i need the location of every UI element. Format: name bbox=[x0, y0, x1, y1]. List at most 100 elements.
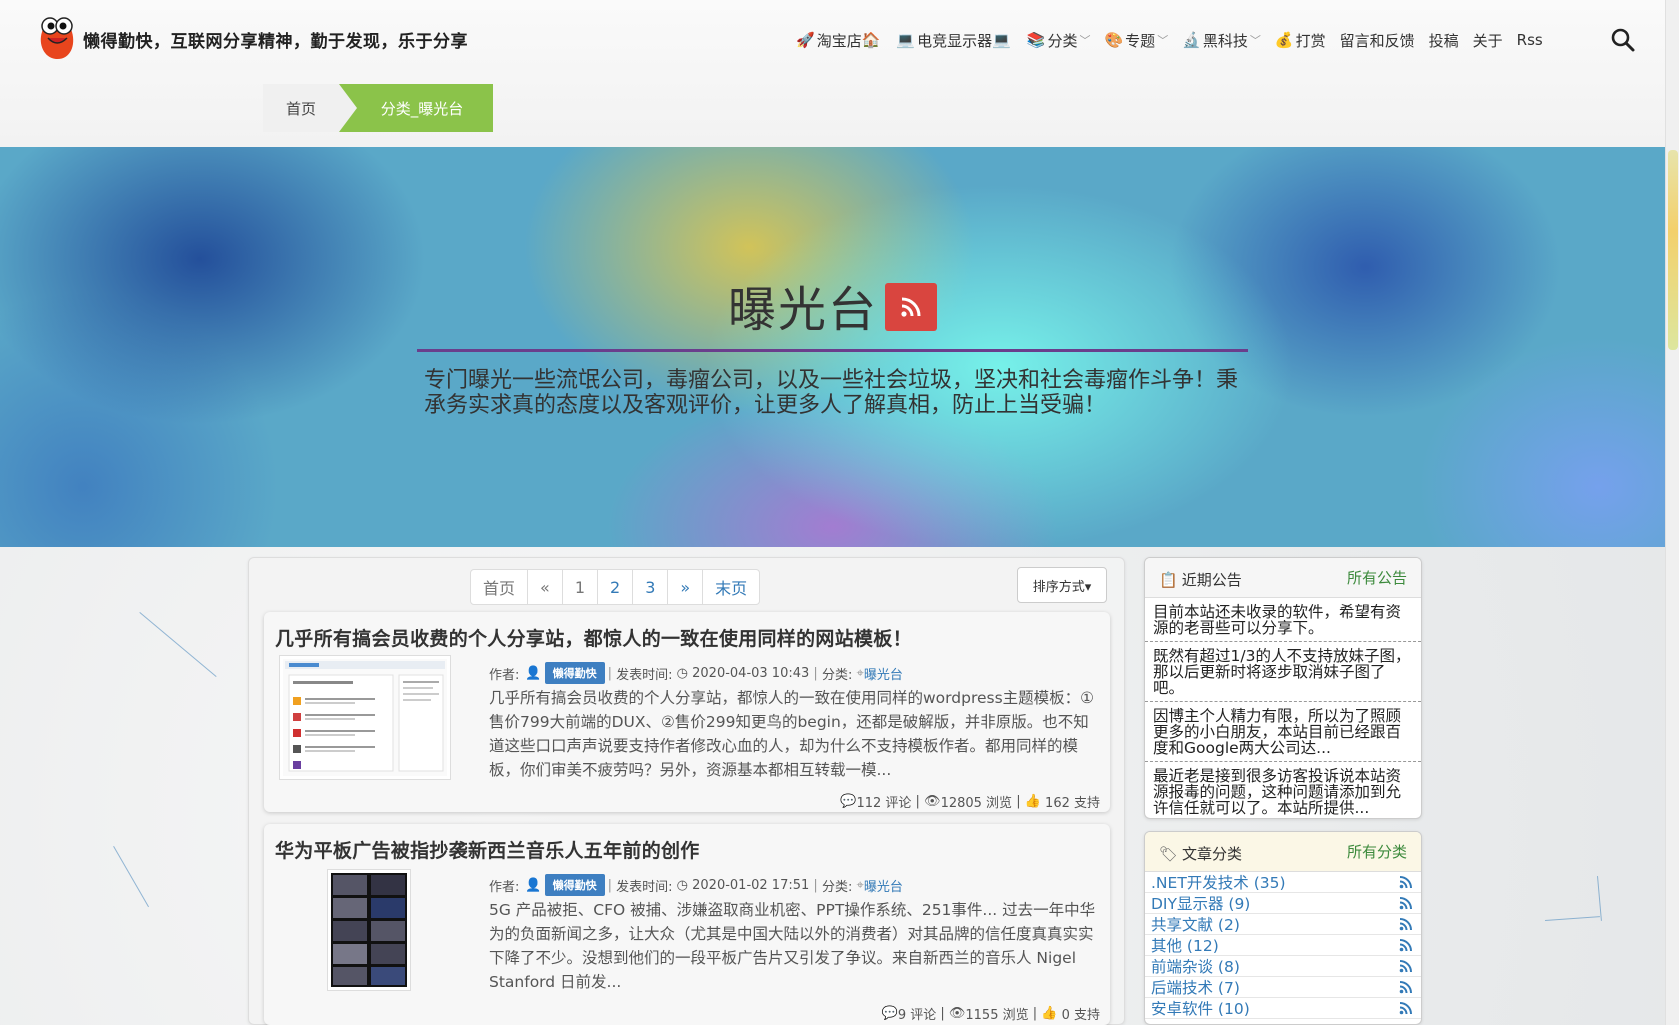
nav-item-tech[interactable]: 🔬 黑科技 ﹀ bbox=[1182, 30, 1261, 51]
nav-label: 黑科技 bbox=[1202, 31, 1248, 50]
category-item-label[interactable]: 安卓软件 (10) bbox=[1151, 997, 1250, 1019]
chevron-down-icon: ﹀ bbox=[1249, 34, 1261, 47]
like-count[interactable]: 0 支持 bbox=[1062, 1004, 1100, 1023]
post-stats: 💬 9 评论 | 👁 1155 浏览 | 👍 0 支持 bbox=[881, 1004, 1100, 1023]
nav-item-submit[interactable]: 投稿 bbox=[1429, 30, 1459, 51]
like-count[interactable]: 162 支持 bbox=[1045, 792, 1100, 811]
map-pin-icon: ⌖ bbox=[856, 665, 864, 681]
author-label: 作者: bbox=[489, 879, 520, 895]
rss-icon[interactable] bbox=[1399, 980, 1413, 994]
page-last[interactable]: 末页 bbox=[703, 570, 759, 604]
page-first[interactable]: 首页 bbox=[471, 570, 529, 604]
category-item-label[interactable]: 前端杂谈 (8) bbox=[1151, 955, 1240, 977]
rss-feed-button[interactable] bbox=[885, 283, 937, 331]
search-icon[interactable] bbox=[1610, 27, 1636, 53]
page-number[interactable]: 3 bbox=[633, 570, 669, 604]
author-badge[interactable]: 懒得勤快 bbox=[544, 874, 605, 896]
category-item[interactable]: 共享文献 (2) bbox=[1145, 914, 1421, 935]
scrollbar-thumb[interactable] bbox=[1668, 150, 1678, 350]
category-item-label[interactable]: DIY显示器 (9) bbox=[1151, 892, 1250, 914]
breadcrumb-home[interactable]: 首页 bbox=[263, 84, 357, 132]
category-item[interactable]: 安卓软件 (10) bbox=[1145, 998, 1421, 1019]
post-thumbnail[interactable] bbox=[327, 869, 411, 991]
eye-icon: 👁 bbox=[924, 794, 941, 809]
page-number-current[interactable]: 1 bbox=[563, 570, 598, 604]
user-icon: 👤 bbox=[525, 877, 542, 893]
category-panel-header: 🏷 文章分类 所有分类 bbox=[1145, 832, 1421, 872]
category-item-label[interactable]: 共享文献 (2) bbox=[1151, 913, 1240, 935]
nav-label: Rss bbox=[1516, 31, 1543, 49]
comment-count[interactable]: 112 评论 bbox=[856, 792, 911, 811]
category-panel-title: 🏷 文章分类 bbox=[1159, 843, 1242, 864]
all-notices-link[interactable]: 所有公告 bbox=[1347, 567, 1407, 588]
notice-item[interactable]: 既然有超过1/3的人不支持放妹子图，那以后更新时将逐步取消妹子图了吧。 bbox=[1145, 642, 1421, 702]
pagination: 首页 « 1 2 3 » 末页 bbox=[470, 569, 761, 605]
category-item-label[interactable]: 其他 (12) bbox=[1151, 934, 1219, 956]
nav-item-feedback[interactable]: 留言和反馈 bbox=[1340, 30, 1415, 51]
site-title[interactable]: 懒得勤快，互联网分享精神，勤于发现，乐于分享 bbox=[83, 27, 468, 52]
user-icon: 👤 bbox=[525, 665, 542, 681]
thumbs-up-icon: 👍 bbox=[1024, 794, 1041, 809]
post-thumbnail[interactable] bbox=[279, 655, 451, 780]
notice-item[interactable]: 最近老是接到很多访客投诉说本站资源报毒的问题，这种问题请添加到允许信任就可以了。… bbox=[1145, 762, 1421, 818]
author-badge[interactable]: 懒得勤快 bbox=[544, 662, 605, 684]
thumbs-up-icon: 👍 bbox=[1041, 1006, 1058, 1021]
tag-icon: 🏷 bbox=[1159, 844, 1179, 863]
view-count: 1155 浏览 bbox=[965, 1008, 1029, 1023]
rss-icon[interactable] bbox=[1399, 875, 1413, 889]
notice-title-text: 近期公告 bbox=[1181, 571, 1242, 589]
nav-item-monitor[interactable]: 💻 电竞显示器 💻 bbox=[896, 30, 1012, 51]
nav-item-about[interactable]: 关于 bbox=[1473, 30, 1503, 51]
category-item[interactable]: 前端杂谈 (8) bbox=[1145, 956, 1421, 977]
rss-icon[interactable] bbox=[1399, 938, 1413, 952]
category-item[interactable]: .NET开发技术 (35) bbox=[1145, 872, 1421, 893]
notice-item[interactable]: 目前本站还未收录的软件，希望有资源的老哥些可以分享下。 bbox=[1145, 598, 1421, 642]
meta-separator: | bbox=[813, 877, 818, 893]
page-next[interactable]: » bbox=[668, 570, 704, 604]
page-number[interactable]: 2 bbox=[598, 570, 634, 604]
rss-icon[interactable] bbox=[1399, 917, 1413, 931]
meta-separator: | bbox=[607, 665, 612, 681]
nav-label: 关于 bbox=[1472, 31, 1503, 50]
category-item-label[interactable]: .NET开发技术 (35) bbox=[1151, 871, 1286, 893]
rss-icon bbox=[901, 297, 921, 317]
post-date: 2020-01-02 17:51 bbox=[692, 877, 810, 893]
rss-icon[interactable] bbox=[1399, 1001, 1413, 1015]
post-category-link[interactable]: 曝光台 bbox=[864, 664, 903, 683]
category-item[interactable]: 其他 (12) bbox=[1145, 935, 1421, 956]
category-item[interactable]: DIY显示器 (9) bbox=[1145, 893, 1421, 914]
meta-separator: | bbox=[813, 665, 818, 681]
nav-label: 分类 bbox=[1047, 31, 1078, 50]
post-category-link[interactable]: 曝光台 bbox=[864, 876, 903, 895]
decorative-line bbox=[1597, 876, 1602, 921]
logo-mascot-icon[interactable] bbox=[36, 14, 78, 60]
comment-count[interactable]: 9 评论 bbox=[898, 1004, 936, 1023]
page-prev[interactable]: « bbox=[528, 570, 563, 604]
category-banner bbox=[0, 147, 1665, 547]
category-item[interactable]: 后端技术 (7) bbox=[1145, 977, 1421, 998]
category-label: 分类: bbox=[821, 879, 853, 895]
rss-icon[interactable] bbox=[1399, 896, 1413, 910]
nav-item-rss[interactable]: Rss bbox=[1517, 31, 1543, 49]
comment-icon: 💬 bbox=[881, 1006, 898, 1021]
nav-item-taobao[interactable]: 🚀 淘宝店 🏠 bbox=[796, 30, 882, 51]
palette-icon: 🎨 bbox=[1104, 31, 1124, 49]
page-scrollbar[interactable] bbox=[1665, 0, 1679, 1025]
post-excerpt: 几乎所有搞会员收费的个人分享站，都惊人的一致在使用同样的wordpress主题模… bbox=[489, 689, 1095, 779]
category-item-label[interactable]: 后端技术 (7) bbox=[1151, 976, 1240, 998]
nav-item-donate[interactable]: 💰 打赏 bbox=[1275, 30, 1326, 51]
house-icon: 🏠 bbox=[861, 31, 881, 49]
sort-dropdown[interactable]: 排序方式▾ bbox=[1017, 567, 1107, 603]
eye-icon: 👁 bbox=[948, 1006, 966, 1021]
nav-label: 淘宝店 bbox=[816, 31, 862, 50]
post-title[interactable]: 华为平板广告被指抄袭新西兰音乐人五年前的创作 bbox=[275, 836, 700, 863]
nav-item-topics[interactable]: 🎨 专题 ﹀ bbox=[1104, 30, 1168, 51]
all-categories-link[interactable]: 所有分类 bbox=[1347, 841, 1407, 862]
book-icon: 📚 bbox=[1026, 31, 1046, 49]
notice-item[interactable]: 因博主个人精力有限，所以为了照顾更多的小白朋友，本站目前已经跟百度和Google… bbox=[1145, 702, 1421, 762]
nav-item-categories[interactable]: 📚 分类 ﹀ bbox=[1027, 30, 1091, 51]
post-title[interactable]: 几乎所有搞会员收费的个人分享站，都惊人的一致在使用同样的网站模板！ bbox=[275, 624, 912, 651]
nav-label: 电竞显示器 bbox=[917, 31, 993, 50]
rss-icon[interactable] bbox=[1399, 959, 1413, 973]
decorative-line bbox=[113, 846, 149, 908]
